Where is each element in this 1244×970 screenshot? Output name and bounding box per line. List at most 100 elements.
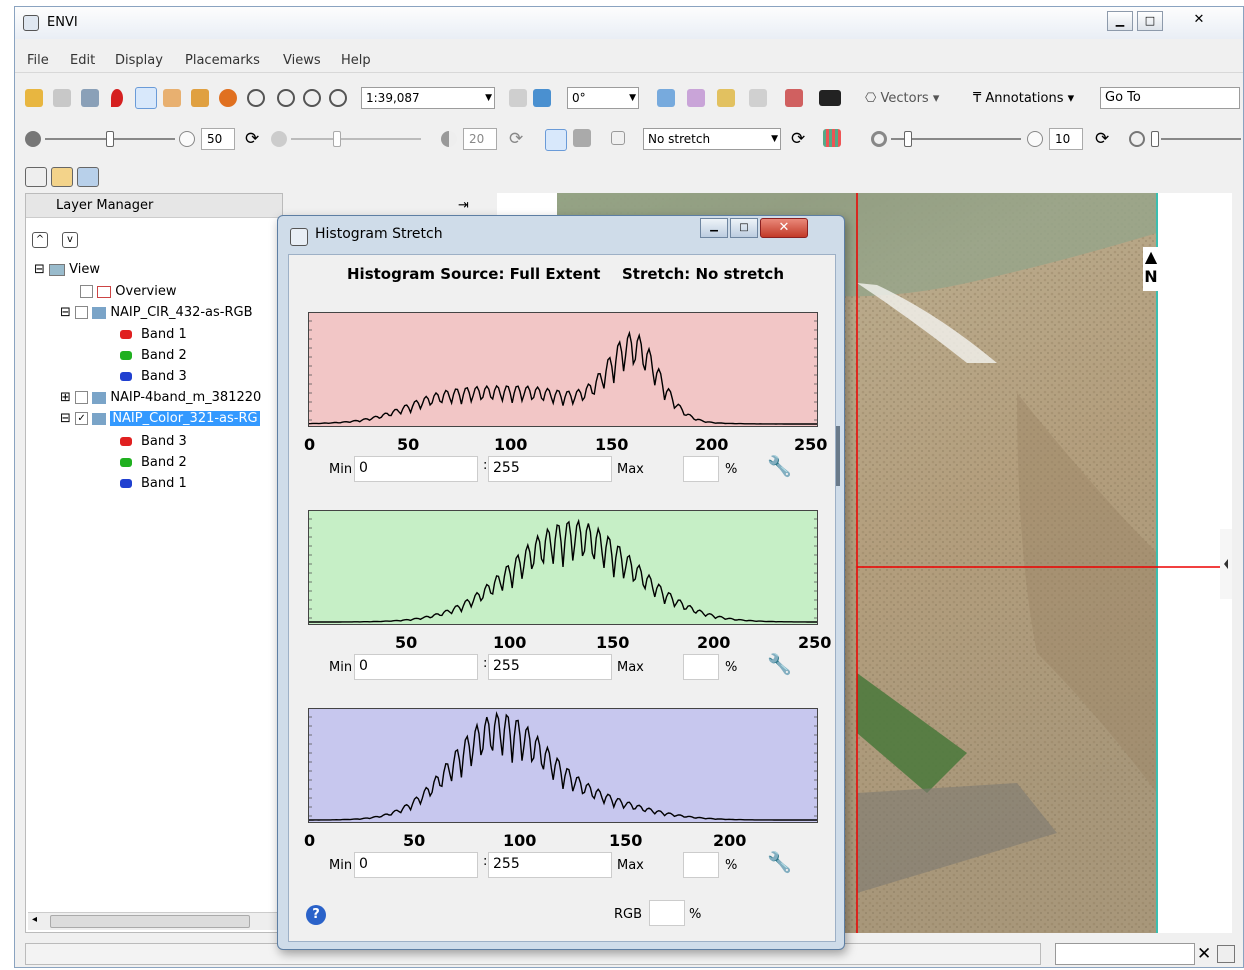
sharpen-slider-thumb[interactable] (904, 131, 912, 147)
pan-hand-icon[interactable] (163, 89, 181, 107)
fly-move-icon[interactable] (191, 89, 209, 107)
tree-item-band[interactable]: Band 3 (120, 434, 187, 449)
tree-item-band[interactable]: Band 1 (120, 327, 187, 342)
wrench-icon[interactable]: 🔧 (767, 850, 792, 874)
crosshair-icon[interactable] (749, 89, 767, 107)
layer-checkbox-checked[interactable]: ✓ (75, 412, 89, 425)
tree-item-band[interactable]: Band 3 (120, 369, 187, 384)
minimize-button[interactable]: ▁ (1107, 11, 1133, 31)
layer-checkbox[interactable] (75, 391, 89, 404)
stretch-type-combo[interactable]: No stretch ▼ (643, 128, 781, 150)
crop-icon[interactable] (81, 89, 99, 107)
rotate-icon[interactable] (219, 89, 237, 107)
green-max-input[interactable]: 255 (488, 654, 612, 680)
zoom-scale-combo[interactable]: 1:39,087 ▼ (361, 87, 495, 109)
contrast-slider-thumb[interactable] (333, 131, 341, 147)
green-percent-input[interactable] (683, 654, 719, 680)
open-icon[interactable] (25, 89, 43, 107)
stretch-type-icon[interactable] (573, 129, 591, 147)
measure-icon[interactable] (717, 89, 735, 107)
menu-views[interactable]: Views (283, 53, 321, 68)
tree-item-band[interactable]: Band 2 (120, 455, 187, 470)
menu-display[interactable]: Display (115, 53, 163, 68)
zoom-in-icon[interactable] (277, 89, 295, 107)
dialog-maximize-button[interactable]: □ (730, 218, 758, 238)
menu-placemarks[interactable]: Placemarks (185, 53, 260, 68)
portal-icon[interactable] (657, 89, 675, 107)
layer-checkbox[interactable] (75, 306, 89, 319)
help-icon[interactable]: ? (306, 905, 326, 925)
zoom-fit-icon[interactable] (329, 89, 347, 107)
roi-icon[interactable] (785, 89, 803, 107)
wrench-icon[interactable]: 🔧 (767, 454, 792, 478)
tree-item-view[interactable]: ⊟ View (34, 262, 100, 277)
tree-item-overview[interactable]: Overview (80, 284, 177, 299)
annotations-menu[interactable]: ₸ Annotations ▾ (973, 91, 1074, 106)
histogram-stretch-icon[interactable] (545, 129, 567, 151)
tree-item-naip-4band[interactable]: ⊞ NAIP-4band_m_381220 (60, 390, 261, 405)
clear-icon[interactable]: ✕ (1197, 944, 1211, 964)
tree-item-band[interactable]: Band 2 (120, 348, 187, 363)
red-max-input[interactable]: 255 (488, 456, 612, 482)
rgb-percent-input[interactable] (649, 900, 685, 926)
zoom-out-icon[interactable] (303, 89, 321, 107)
vectors-menu[interactable]: ⎔ Vectors ▾ (865, 91, 939, 106)
rotation-combo[interactable]: 0° ▼ (567, 87, 639, 109)
stretch-settings-icon[interactable] (611, 131, 625, 145)
contrast-value[interactable]: 20 (463, 128, 497, 150)
panel-toggle-icon[interactable] (1217, 945, 1235, 963)
refresh-icon[interactable]: ⟳ (791, 129, 805, 149)
menu-edit[interactable]: Edit (70, 53, 95, 68)
refresh-icon[interactable]: ⟳ (1095, 129, 1109, 149)
wrench-icon[interactable]: 🔧 (767, 652, 792, 676)
horizontal-scrollbar[interactable]: ◂ (28, 912, 280, 930)
tree-item-naip-color[interactable]: ⊟ ✓ NAIP_Color_321-as-RG (60, 411, 260, 426)
transparency-slider-thumb[interactable] (1151, 131, 1159, 147)
green-min-input[interactable]: 0 (354, 654, 478, 680)
histogram-icon[interactable] (823, 129, 841, 147)
zoom-icon[interactable] (247, 89, 265, 107)
four-views-icon[interactable] (77, 167, 99, 187)
blue-max-input[interactable]: 255 (488, 852, 612, 878)
dialog-close-button[interactable]: ✕ (760, 218, 808, 238)
two-views-icon[interactable] (51, 167, 73, 187)
clipboard-icon[interactable] (53, 89, 71, 107)
goto-field[interactable]: Go To (1100, 87, 1240, 109)
select-arrow-icon[interactable] (135, 87, 157, 109)
tree-item-band[interactable]: Band 1 (120, 476, 187, 491)
north-up-icon[interactable] (509, 89, 527, 107)
menu-file[interactable]: File (27, 53, 49, 68)
pin-icon[interactable]: ⇥ (458, 198, 469, 213)
maximize-button[interactable]: □ (1137, 11, 1163, 31)
scroll-left-icon[interactable]: ◂ (32, 914, 37, 925)
contrast-slider-track[interactable] (291, 138, 421, 140)
menu-help[interactable]: Help (341, 53, 371, 68)
green-histogram-plot[interactable] (308, 510, 818, 625)
rotate-view-icon[interactable] (533, 89, 551, 107)
pixel-locator-icon[interactable] (819, 90, 841, 106)
blue-percent-input[interactable] (683, 852, 719, 878)
close-button[interactable]: ✕ (1173, 11, 1225, 31)
transparency-slider-track[interactable] (1161, 138, 1241, 140)
red-percent-input[interactable] (683, 456, 719, 482)
red-histogram-plot[interactable] (308, 312, 818, 427)
overview-checkbox[interactable] (80, 285, 93, 298)
brightness-slider-thumb[interactable] (106, 131, 114, 147)
scrollbar-thumb[interactable] (50, 915, 250, 928)
red-min-input[interactable]: 0 (354, 456, 478, 482)
refresh-icon[interactable]: ⟳ (509, 129, 523, 149)
refresh-icon[interactable]: ⟳ (245, 129, 259, 149)
placemark-pin-icon[interactable] (111, 89, 123, 107)
collapse-all-icon[interactable]: ^ (32, 232, 48, 248)
dialog-minimize-button[interactable]: ▁ (700, 218, 728, 238)
brightness-value[interactable]: 50 (201, 128, 235, 150)
one-view-icon[interactable] (25, 167, 47, 187)
tree-item-label: NAIP_Color_321-as-RG (110, 411, 260, 426)
expand-all-icon[interactable]: v (62, 232, 78, 248)
tree-item-naip-cir[interactable]: ⊟ NAIP_CIR_432-as-RGB (60, 305, 253, 320)
spectral-profile-icon[interactable] (687, 89, 705, 107)
blue-histogram-plot[interactable] (308, 708, 818, 823)
dialog-resize-grip[interactable] (836, 426, 840, 486)
sharpen-value[interactable]: 10 (1049, 128, 1083, 150)
blue-min-input[interactable]: 0 (354, 852, 478, 878)
